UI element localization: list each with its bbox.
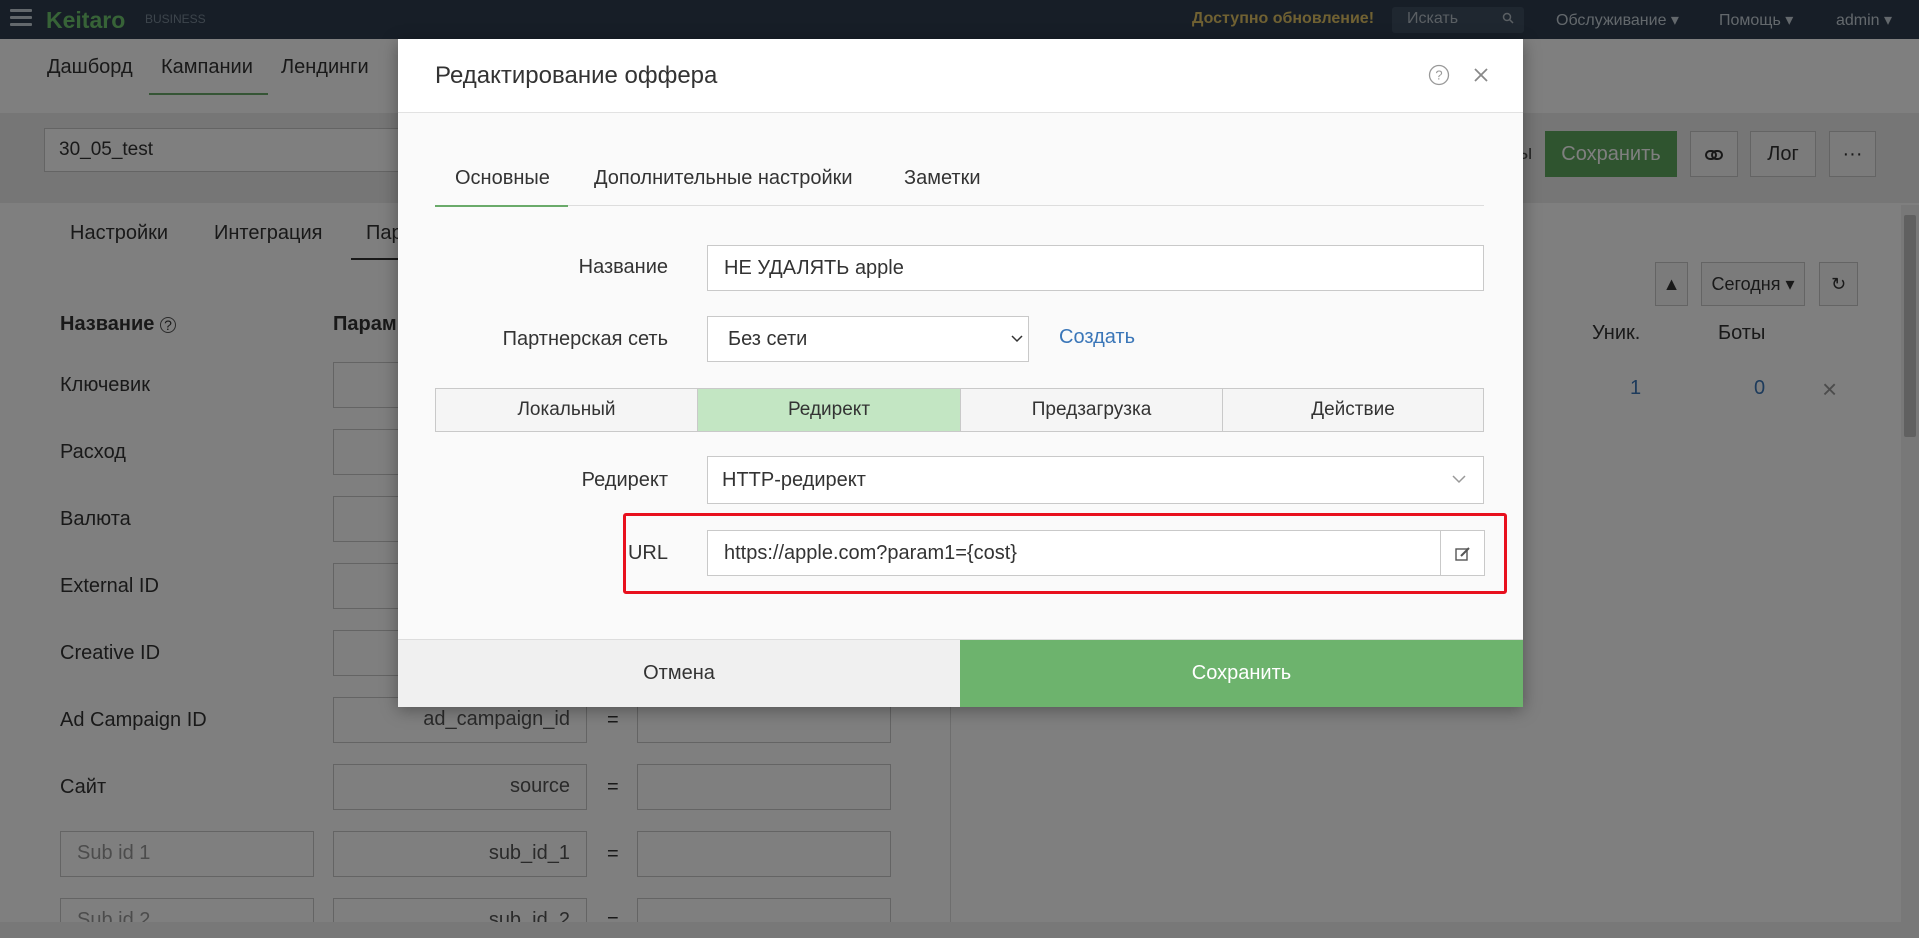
url-input[interactable]: https://apple.com?param1={cost} bbox=[707, 530, 1441, 576]
tab-notes[interactable]: Заметки bbox=[904, 167, 981, 190]
type-redirect-button[interactable]: Редирект bbox=[697, 388, 961, 432]
save-button[interactable]: Сохранить bbox=[960, 640, 1523, 707]
offer-name-input[interactable]: НЕ УДАЛЯТЬ apple bbox=[707, 245, 1484, 291]
type-action-button[interactable]: Действие bbox=[1222, 388, 1484, 432]
edit-offer-dialog: Редактирование оффера ? Основные Дополни… bbox=[398, 39, 1523, 707]
redirect-type-value: HTTP-редирект bbox=[722, 469, 866, 491]
chevron-down-icon bbox=[1452, 475, 1466, 484]
redirect-label: Редирект bbox=[581, 469, 668, 491]
network-select[interactable]: Без сети bbox=[707, 316, 1029, 362]
modal-title: Редактирование оффера bbox=[435, 62, 718, 89]
tab-basic[interactable]: Основные bbox=[455, 167, 550, 190]
modal-footer: Отмена Сохранить bbox=[398, 639, 1523, 707]
type-local-button[interactable]: Локальный bbox=[435, 388, 698, 432]
redirect-type-select[interactable]: HTTP-редирект bbox=[707, 456, 1484, 504]
close-icon[interactable] bbox=[1470, 64, 1492, 86]
type-preload-button[interactable]: Предзагрузка bbox=[960, 388, 1223, 432]
tab-additional-settings[interactable]: Дополнительные настройки bbox=[594, 167, 853, 190]
cancel-button[interactable]: Отмена bbox=[398, 640, 960, 707]
create-network-link[interactable]: Создать bbox=[1059, 326, 1135, 349]
offer-name-label: Название bbox=[578, 256, 668, 278]
url-label: URL bbox=[627, 542, 668, 564]
url-edit-button[interactable] bbox=[1440, 530, 1485, 576]
help-icon[interactable]: ? bbox=[1428, 64, 1450, 86]
tab-active-indicator bbox=[435, 205, 568, 207]
network-label: Партнерская сеть bbox=[502, 328, 668, 350]
network-value: Без сети bbox=[728, 328, 808, 350]
chevron-down-icon bbox=[1011, 335, 1023, 343]
edit-icon bbox=[1455, 547, 1470, 561]
tabs-divider bbox=[435, 205, 1484, 206]
svg-text:?: ? bbox=[1435, 68, 1442, 83]
modal-header: Редактирование оффера ? bbox=[398, 39, 1523, 113]
